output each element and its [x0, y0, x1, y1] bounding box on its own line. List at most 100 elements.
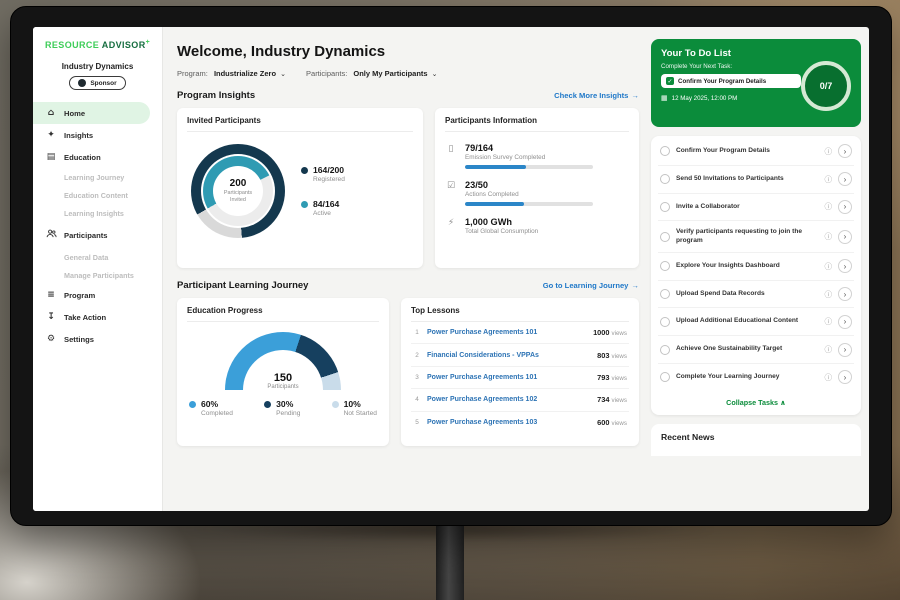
- task-label: Achieve One Sustainability Target: [676, 345, 819, 354]
- book-icon: ▤: [45, 152, 57, 162]
- info-icon[interactable]: ⓘ: [825, 344, 833, 355]
- sidebar-item-education[interactable]: ▤ Education: [33, 146, 162, 168]
- chevron-right-icon[interactable]: ›: [838, 172, 852, 186]
- page-title: Welcome, Industry Dynamics: [177, 43, 639, 60]
- task-row[interactable]: Send 50 Invitations to Participants ⓘ ›: [658, 166, 854, 194]
- card-title: Participants Information: [445, 116, 629, 132]
- task-label: Confirm Your Program Details: [676, 147, 819, 156]
- checkbox-icon[interactable]: [660, 261, 670, 271]
- chevron-right-icon[interactable]: ›: [838, 230, 852, 244]
- info-icon[interactable]: ⓘ: [825, 289, 833, 300]
- info-icon[interactable]: ⓘ: [825, 316, 833, 327]
- task-row[interactable]: Upload Additional Educational Content ⓘ …: [658, 308, 854, 336]
- checkbox-icon[interactable]: [660, 317, 670, 327]
- progress-bar: [465, 202, 593, 206]
- task-row[interactable]: Explore Your Insights Dashboard ⓘ ›: [658, 253, 854, 281]
- lesson-rank: 3: [413, 374, 421, 381]
- legend-item-not-started: 10% Not Started: [332, 399, 377, 417]
- sidebar-item-take-action[interactable]: ↧ Take Action: [33, 306, 162, 328]
- checkbox-icon[interactable]: [660, 174, 670, 184]
- task-list-card: Confirm Your Program Details ⓘ › Send 50…: [651, 136, 861, 415]
- sidebar-item-learning-journey[interactable]: Learning Journey: [33, 168, 162, 186]
- legend-value: 84/164: [313, 199, 339, 209]
- donut-center: 200 Participants Invited: [213, 166, 263, 216]
- chevron-right-icon[interactable]: ›: [838, 287, 852, 301]
- invited-participants-chart: 200 Participants Invited: [191, 144, 285, 238]
- sidebar-item-label: Settings: [64, 335, 94, 344]
- stat-value: 23/50: [465, 180, 593, 190]
- sidebar-item-general-data[interactable]: General Data: [33, 248, 162, 266]
- chevron-right-icon[interactable]: ›: [838, 144, 852, 158]
- info-icon[interactable]: ⓘ: [825, 174, 833, 185]
- legend-dot: [189, 401, 196, 408]
- sidebar-item-participants[interactable]: Participants: [33, 222, 162, 248]
- task-row[interactable]: Achieve One Sustainability Target ⓘ ›: [658, 336, 854, 364]
- legend-label: Not Started: [344, 410, 377, 417]
- sidebar-item-home[interactable]: ⌂ Home: [33, 102, 150, 124]
- lesson-link[interactable]: Financial Considerations - VPPAs: [427, 352, 591, 359]
- collapse-tasks-link[interactable]: Collapse Tasks ∧: [658, 391, 854, 413]
- checkbox-icon[interactable]: [660, 202, 670, 212]
- checkbox-icon[interactable]: [660, 232, 670, 242]
- progress-bar: [465, 165, 593, 169]
- legend-dot: [332, 401, 339, 408]
- lesson-rank: 4: [413, 396, 421, 403]
- sidebar-item-settings[interactable]: ⚙ Settings: [33, 328, 162, 350]
- go-to-learning-journey-link[interactable]: Go to Learning Journey →: [543, 281, 639, 290]
- info-icon[interactable]: ⓘ: [825, 261, 833, 272]
- sidebar-item-manage-participants[interactable]: Manage Participants: [33, 266, 162, 284]
- checklist-icon: ☑: [445, 181, 457, 191]
- lesson-row: 5 Power Purchase Agreements 103 600views: [411, 412, 629, 433]
- program-filter-label: Program:: [177, 69, 208, 78]
- next-task-item[interactable]: ✓ Confirm Your Program Details: [661, 74, 801, 88]
- check-more-insights-link[interactable]: Check More Insights →: [554, 91, 639, 100]
- sidebar-item-learning-insights[interactable]: Learning Insights: [33, 204, 162, 222]
- sidebar-item-label: Education: [64, 153, 101, 162]
- task-row[interactable]: Complete Your Learning Journey ⓘ ›: [658, 364, 854, 391]
- chevron-right-icon[interactable]: ›: [838, 370, 852, 384]
- chevron-up-icon: ∧: [780, 398, 786, 407]
- sidebar-item-label: Home: [64, 109, 85, 118]
- checkbox-icon[interactable]: [660, 345, 670, 355]
- gauge-center: 150 Participants: [225, 372, 341, 390]
- legend-item-active: 84/164 Active: [301, 199, 345, 217]
- sidebar-item-education-content[interactable]: Education Content: [33, 186, 162, 204]
- lesson-link[interactable]: Power Purchase Agreements 101: [427, 374, 591, 381]
- info-icon[interactable]: ⓘ: [825, 201, 833, 212]
- sponsor-badge-label: Sponsor: [90, 80, 116, 87]
- info-icon[interactable]: ⓘ: [825, 146, 833, 157]
- lesson-link[interactable]: Power Purchase Agreements 102: [427, 396, 591, 403]
- legend-dot: [264, 401, 271, 408]
- checkbox-icon[interactable]: [660, 289, 670, 299]
- card-title: Education Progress: [187, 306, 379, 322]
- checkbox-icon[interactable]: [660, 372, 670, 382]
- sponsor-badge[interactable]: Sponsor: [69, 76, 125, 90]
- task-row[interactable]: Invite a Collaborator ⓘ ›: [658, 194, 854, 222]
- task-row[interactable]: Upload Spend Data Records ⓘ ›: [658, 281, 854, 309]
- education-progress-chart: 150 Participants: [225, 332, 341, 390]
- program-filter-value[interactable]: Industrialize Zero: [214, 69, 276, 78]
- download-icon: ↧: [45, 312, 57, 322]
- info-icon[interactable]: ⓘ: [825, 372, 833, 383]
- chevron-down-icon[interactable]: ⌄: [280, 70, 286, 78]
- legend-dot: [301, 167, 308, 174]
- chevron-right-icon[interactable]: ›: [838, 315, 852, 329]
- donut-legend: 164/200 Registered 84/164 Active: [301, 165, 345, 217]
- info-icon[interactable]: ⓘ: [825, 231, 833, 242]
- lesson-link[interactable]: Power Purchase Agreements 103: [427, 419, 591, 426]
- link-label: Check More Insights: [554, 91, 628, 100]
- participants-filter-value[interactable]: Only My Participants: [353, 69, 427, 78]
- lesson-link[interactable]: Power Purchase Agreements 101: [427, 329, 587, 336]
- task-row[interactable]: Verify participants requesting to join t…: [658, 221, 854, 253]
- chevron-right-icon[interactable]: ›: [838, 200, 852, 214]
- chevron-right-icon[interactable]: ›: [838, 259, 852, 273]
- gauge-legend: 60% Completed 30% Pending: [187, 399, 379, 417]
- chevron-down-icon[interactable]: ⌄: [432, 70, 438, 78]
- sidebar-item-program[interactable]: ≡ Program: [33, 284, 162, 306]
- main-content: Welcome, Industry Dynamics Program: Indu…: [163, 27, 651, 511]
- sidebar-item-insights[interactable]: ✦ Insights: [33, 124, 162, 146]
- chevron-right-icon[interactable]: ›: [838, 343, 852, 357]
- checkbox-icon[interactable]: [660, 146, 670, 156]
- recent-news-card[interactable]: Recent News: [651, 424, 861, 456]
- task-row[interactable]: Confirm Your Program Details ⓘ ›: [658, 138, 854, 166]
